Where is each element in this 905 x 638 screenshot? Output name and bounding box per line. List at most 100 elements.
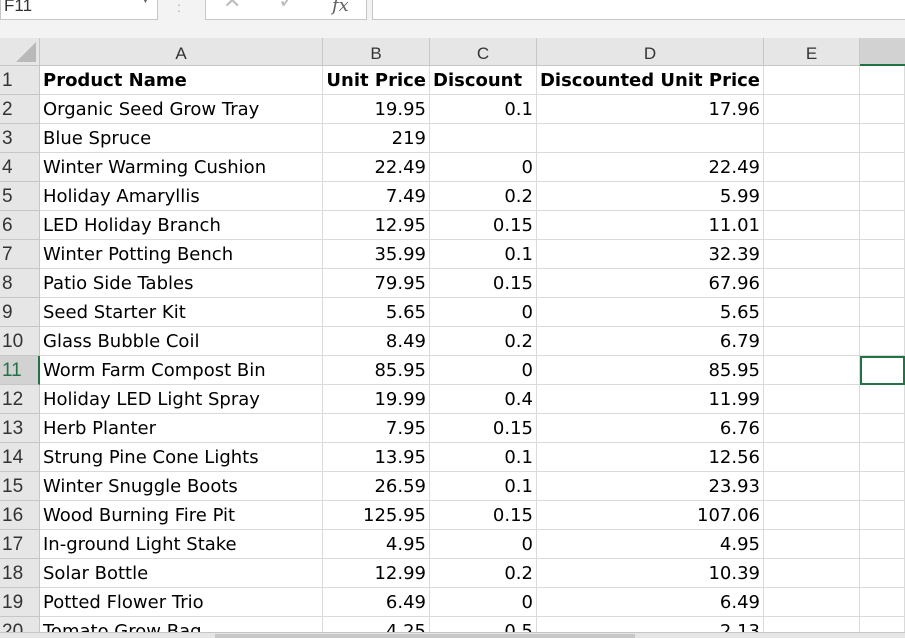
cell[interactable]: 11.01 <box>537 211 764 240</box>
drag-handle-icon[interactable]: ··· <box>176 0 182 17</box>
cell[interactable] <box>764 240 860 269</box>
row-header[interactable]: 18 <box>0 559 40 588</box>
cell[interactable]: 4.95 <box>537 530 764 559</box>
horizontal-scrollbar[interactable] <box>215 634 635 638</box>
row-header[interactable]: 9 <box>0 298 40 327</box>
cell[interactable]: 12.99 <box>323 559 430 588</box>
row-header[interactable]: 11 <box>0 356 40 385</box>
cell[interactable]: 0 <box>430 588 537 617</box>
cell[interactable] <box>860 559 905 588</box>
cell[interactable]: 11.99 <box>537 385 764 414</box>
row-header[interactable]: 19 <box>0 588 40 617</box>
cell[interactable]: Organic Seed Grow Tray <box>40 95 323 124</box>
cell[interactable]: 6.76 <box>537 414 764 443</box>
row-header[interactable]: 12 <box>0 385 40 414</box>
cell[interactable]: 0.1 <box>430 443 537 472</box>
cell[interactable]: 22.49 <box>537 153 764 182</box>
cell[interactable] <box>764 211 860 240</box>
cell[interactable] <box>860 414 905 443</box>
cell[interactable] <box>764 385 860 414</box>
cell[interactable]: 5.65 <box>537 298 764 327</box>
cell[interactable] <box>860 269 905 298</box>
cell[interactable] <box>860 211 905 240</box>
cell[interactable] <box>860 385 905 414</box>
row-header[interactable]: 6 <box>0 211 40 240</box>
cell[interactable] <box>860 240 905 269</box>
row-header[interactable]: 5 <box>0 182 40 211</box>
cancel-icon[interactable]: ✕ <box>223 0 241 12</box>
cell[interactable]: Potted Flower Trio <box>40 588 323 617</box>
formula-input[interactable] <box>372 0 905 20</box>
cell[interactable]: 0 <box>430 298 537 327</box>
cell[interactable] <box>764 443 860 472</box>
cell[interactable]: Solar Bottle <box>40 559 323 588</box>
row-header[interactable]: 14 <box>0 443 40 472</box>
cell[interactable]: 0.15 <box>430 269 537 298</box>
cell[interactable]: 79.95 <box>323 269 430 298</box>
cell[interactable]: 19.99 <box>323 385 430 414</box>
cell[interactable] <box>764 182 860 211</box>
cell[interactable]: 12.95 <box>323 211 430 240</box>
cell[interactable] <box>860 443 905 472</box>
cell[interactable]: Discounted Unit Price <box>537 66 764 95</box>
cell[interactable]: 10.39 <box>537 559 764 588</box>
cell[interactable]: 125.95 <box>323 501 430 530</box>
cell[interactable]: 67.96 <box>537 269 764 298</box>
cell[interactable] <box>764 356 860 385</box>
cell[interactable]: Patio Side Tables <box>40 269 323 298</box>
cell[interactable] <box>860 472 905 501</box>
cell[interactable] <box>860 95 905 124</box>
cell[interactable]: Seed Starter Kit <box>40 298 323 327</box>
active-cell[interactable] <box>860 356 905 385</box>
cell[interactable] <box>860 530 905 559</box>
cell[interactable]: 0.15 <box>430 211 537 240</box>
cell[interactable]: 6.49 <box>537 588 764 617</box>
cell[interactable] <box>764 501 860 530</box>
cell[interactable] <box>764 414 860 443</box>
cell[interactable]: Unit Price <box>323 66 430 95</box>
column-header-f[interactable] <box>860 38 905 66</box>
column-header-a[interactable]: A <box>40 38 323 66</box>
cell[interactable]: 19.95 <box>323 95 430 124</box>
column-header-b[interactable]: B <box>323 38 430 66</box>
row-header[interactable]: 15 <box>0 472 40 501</box>
cell[interactable]: 26.59 <box>323 472 430 501</box>
cell[interactable] <box>860 66 905 95</box>
cell[interactable]: 0.1 <box>430 472 537 501</box>
row-header[interactable]: 3 <box>0 124 40 153</box>
row-header[interactable]: 16 <box>0 501 40 530</box>
cell[interactable]: Product Name <box>40 66 323 95</box>
cell[interactable]: Herb Planter <box>40 414 323 443</box>
cell[interactable]: 0.2 <box>430 559 537 588</box>
cell[interactable]: 0.2 <box>430 327 537 356</box>
cell[interactable]: 85.95 <box>323 356 430 385</box>
cell[interactable]: 6.79 <box>537 327 764 356</box>
cell[interactable]: 6.49 <box>323 588 430 617</box>
cell[interactable]: Strung Pine Cone Lights <box>40 443 323 472</box>
cell[interactable]: 0.1 <box>430 240 537 269</box>
cell[interactable]: Worm Farm Compost Bin <box>40 356 323 385</box>
row-header[interactable]: 1 <box>0 66 40 95</box>
cell[interactable]: 219 <box>323 124 430 153</box>
cell[interactable]: In-ground Light Stake <box>40 530 323 559</box>
cell[interactable] <box>764 269 860 298</box>
cell[interactable]: 0.2 <box>430 182 537 211</box>
cell[interactable]: Winter Snuggle Boots <box>40 472 323 501</box>
cell[interactable]: 5.99 <box>537 182 764 211</box>
cell[interactable]: 0 <box>430 530 537 559</box>
cell[interactable] <box>537 124 764 153</box>
enter-icon[interactable]: ✓ <box>278 0 296 12</box>
cell[interactable]: Holiday LED Light Spray <box>40 385 323 414</box>
column-header-c[interactable]: C <box>430 38 537 66</box>
name-box[interactable]: F11 ▼ <box>0 0 158 20</box>
cell[interactable] <box>764 124 860 153</box>
cell[interactable]: 4.95 <box>323 530 430 559</box>
cell[interactable] <box>764 530 860 559</box>
cell[interactable]: 0 <box>430 153 537 182</box>
cell[interactable]: 8.49 <box>323 327 430 356</box>
cell[interactable] <box>860 501 905 530</box>
cell[interactable]: Holiday Amaryllis <box>40 182 323 211</box>
cell[interactable]: 0.4 <box>430 385 537 414</box>
cell[interactable] <box>764 298 860 327</box>
cell[interactable]: 35.99 <box>323 240 430 269</box>
